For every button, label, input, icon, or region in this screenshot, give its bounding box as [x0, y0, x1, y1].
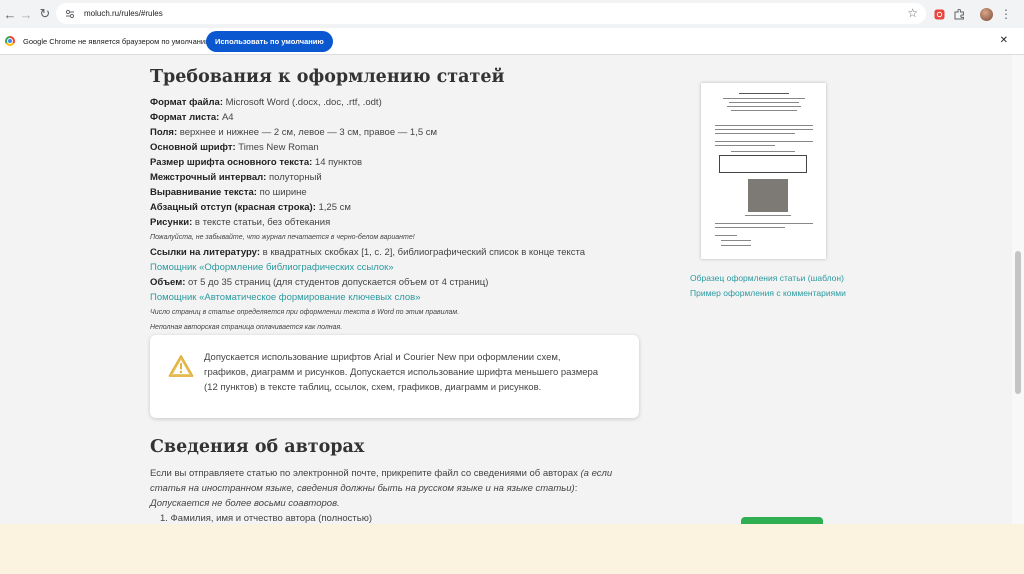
scrollbar-thumb[interactable] [1015, 251, 1021, 394]
rule-label: Абзацный отступ (красная строка): [150, 202, 316, 213]
keywords-helper-link[interactable]: Помощник «Автоматическое формирование кл… [150, 292, 421, 303]
rule-item: Формат листа: А4 [150, 112, 234, 123]
volume-item: Объем: от 5 до 35 страниц (для студентов… [150, 277, 488, 288]
menu-icon[interactable]: ⋮ [1000, 5, 1012, 23]
rules-title: Требования к оформлению статей [150, 67, 505, 87]
rule-item: Основной шрифт: Times New Roman [150, 142, 319, 153]
volume-label: Объем: [150, 277, 186, 288]
refs-label: Ссылки на литературу: [150, 247, 261, 258]
bw-note: Пожалуйста, не забывайте, что журнал печ… [150, 234, 415, 241]
refs-value: в квадратных скобках [1, с. 2], библиогр… [260, 247, 586, 258]
rule-item: Абзацный отступ (красная строка): 1,25 с… [150, 202, 351, 213]
rule-item: Формат файла: Microsoft Word (.docx, .do… [150, 97, 382, 108]
authors-title: Сведения об авторах [150, 437, 365, 457]
floating-action-button[interactable] [741, 517, 823, 524]
url-text[interactable]: moluch.ru/rules/#rules [84, 9, 163, 18]
rule-value: полуторный [266, 172, 322, 183]
rule-item: Поля: верхнее и нижнее — 2 см, левое — 3… [150, 127, 437, 138]
infobar-message: Google Chrome не является браузером по у… [23, 36, 213, 46]
forward-icon[interactable]: → [16, 4, 36, 24]
address-bar[interactable]: moluch.ru/rules/#rules ☆ [56, 3, 926, 24]
reload-icon[interactable]: ↻ [35, 4, 55, 24]
rule-value: Times New Roman [235, 142, 319, 153]
font-notice-card: Допускается использование шрифтов Arial … [150, 335, 639, 418]
max-authors-note: Допускается не более восьми соавторов. [150, 498, 340, 509]
page-scrollbar[interactable] [1012, 55, 1024, 524]
page-content: Требования к оформлению статей Формат фа… [0, 55, 1012, 524]
puzzle-icon[interactable] [952, 5, 966, 23]
rule-item: Размер шрифта основного текста: 14 пункт… [150, 157, 362, 168]
refs-item: Ссылки на литературу: в квадратных скобк… [150, 247, 585, 258]
default-browser-infobar: Google Chrome не является браузером по у… [0, 28, 1024, 55]
warning-icon [168, 354, 194, 378]
rule-label: Межстрочный интервал: [150, 172, 267, 183]
rule-label: Основной шрифт: [150, 142, 236, 153]
rule-label: Поля: [150, 127, 178, 138]
star-icon[interactable]: ☆ [907, 6, 918, 20]
rule-item: Рисунки: в тексте статьи, без обтекания [150, 217, 330, 228]
rule-value: верхнее и нижнее — 2 см, левое — 3 см, п… [177, 127, 438, 138]
site-settings-icon[interactable] [64, 8, 76, 20]
profile-avatar[interactable] [978, 5, 994, 23]
rule-label: Размер шрифта основного текста: [150, 157, 313, 168]
browser-toolbar: ← → ↻ moluch.ru/rules/#rules ☆ ⋮ [0, 0, 1024, 28]
volume-value: от 5 до 35 страниц (для студентов допуск… [185, 277, 489, 288]
template-link[interactable]: Образец оформления статьи (шаблон) [690, 273, 844, 283]
rule-value: А4 [219, 112, 234, 123]
example-link[interactable]: Пример оформления с комментариями [690, 288, 846, 298]
authors-list-item: 1. Фамилия, имя и отчество автора (полно… [160, 513, 373, 524]
rule-value: в тексте статьи, без обтекания [192, 217, 331, 228]
rule-label: Формат файла: [150, 97, 223, 108]
rule-label: Выравнивание текста: [150, 187, 257, 198]
bottom-banner [0, 524, 1024, 574]
font-notice-text: Допускается использование шрифтов Arial … [204, 352, 599, 393]
biblio-helper-link[interactable]: Помощник «Оформление библиографических с… [150, 262, 394, 273]
rule-item: Выравнивание текста: по ширине [150, 187, 307, 198]
extension-icon[interactable] [932, 5, 946, 23]
authors-intro: Если вы отправляете статью по электронно… [150, 466, 650, 496]
chrome-icon [5, 36, 15, 46]
rule-value: по ширине [256, 187, 307, 198]
authors-intro-end: : [574, 483, 578, 494]
pages-note: Число страниц в статье определяется при … [150, 309, 460, 316]
rule-value: Microsoft Word (.docx, .doc, .rtf, .odt) [223, 97, 382, 108]
template-preview-image[interactable] [701, 83, 826, 259]
rule-item: Межстрочный интервал: полуторный [150, 172, 322, 183]
rule-value: 1,25 см [315, 202, 351, 213]
rule-value: 14 пунктов [312, 157, 363, 168]
set-default-button[interactable]: Использовать по умолчанию [206, 31, 333, 52]
rule-label: Формат листа: [150, 112, 220, 123]
close-icon[interactable]: ✕ [1000, 35, 1008, 46]
partial-page-note: Неполная авторская страница оплачивается… [150, 324, 343, 331]
rule-label: Рисунки: [150, 217, 193, 228]
authors-intro-text: Если вы отправляете статью по электронно… [150, 468, 581, 479]
